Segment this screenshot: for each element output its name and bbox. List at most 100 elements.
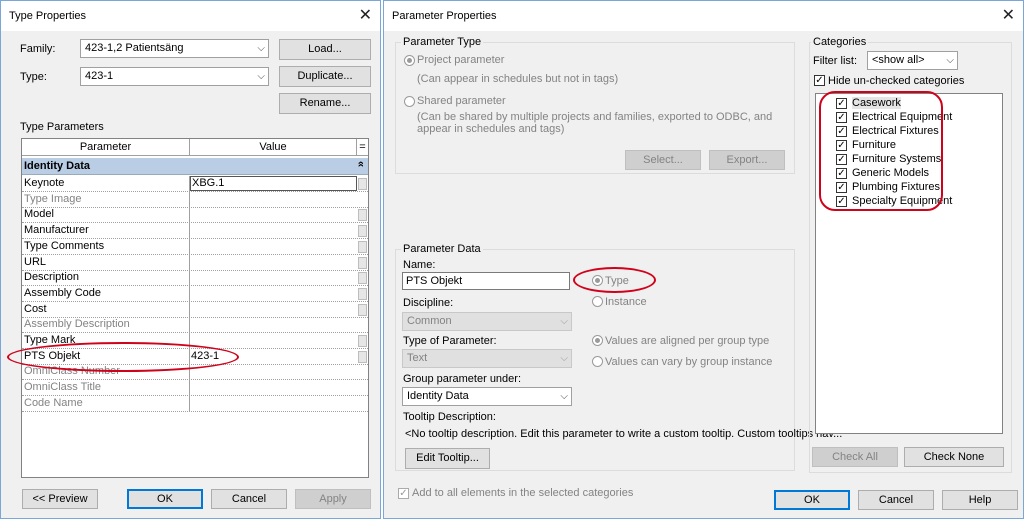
values-aligned-radio[interactable] [592,335,603,346]
hide-unchecked-checkbox[interactable]: ✓ [814,75,825,86]
formula-button[interactable] [358,272,367,285]
type-label: Type: [20,71,47,83]
check-none-button[interactable]: Check None [904,447,1004,467]
table-row[interactable]: Assembly Code [22,285,368,302]
formula-button[interactable] [358,303,367,316]
tooltip-value: <No tooltip description. Edit this param… [405,428,843,440]
ok-button[interactable]: OK [127,489,203,509]
tooltip-label: Tooltip Description: [403,411,496,423]
parameter-name: Keynote [24,177,65,189]
discipline-value: Common [407,315,452,327]
shared-parameter-desc-1: (Can be shared by multiple projects and … [417,111,773,123]
chevron-down-icon: ⌵ [946,55,954,66]
column-divider [189,395,190,411]
column-divider [189,254,190,270]
discipline-label: Discipline: [403,297,454,309]
family-label: Family: [20,43,56,55]
select-button[interactable]: Select... [625,150,701,170]
group-under-label: Group parameter under: [403,373,522,385]
parameter-name: Cost [24,302,47,315]
parameter-value[interactable]: XBG.1 [190,176,357,191]
table-row[interactable]: Description [22,270,368,287]
apply-button[interactable]: Apply [295,489,371,509]
column-divider [189,380,190,396]
type-of-parameter-select[interactable]: Text ⌵ [402,349,572,368]
parameter-properties-titlebar: Parameter Properties ✕ [384,1,1023,31]
type-of-parameter-value: Text [407,352,428,364]
filter-list-select[interactable]: <show all> ⌵ [867,51,958,70]
ok-button[interactable]: OK [774,490,850,510]
project-parameter-desc: (Can appear in schedules but not in tags… [417,73,619,85]
parameter-name: OmniClass Title [24,381,102,394]
export-button[interactable]: Export... [709,150,785,170]
dialog-title: Parameter Properties [392,10,497,22]
values-vary-radio[interactable] [592,356,603,367]
formula-button[interactable] [358,178,367,190]
edit-tooltip-button[interactable]: Edit Tooltip... [405,448,490,469]
load-button[interactable]: Load... [279,39,371,60]
formula-button[interactable] [358,256,367,269]
column-divider [189,207,190,223]
table-row[interactable]: Keynote XBG.1 [22,176,368,192]
type-select[interactable]: 423-1 ⌵ [80,67,269,86]
formula-button[interactable] [358,225,367,238]
table-row[interactable]: Model [22,207,368,224]
help-button[interactable]: Help [942,490,1018,510]
family-select[interactable]: 423-1,2 Patientsäng ⌵ [80,39,269,58]
values-vary-label: Values can vary by group instance [605,356,773,368]
formula-button[interactable] [358,350,367,363]
column-header-value[interactable]: Value [190,139,357,156]
type-of-parameter-label: Type of Parameter: [403,335,497,347]
column-divider [189,317,190,333]
table-row[interactable]: Type Comments [22,238,368,255]
dialog-title: Type Properties [9,10,87,22]
instance-radio[interactable] [592,296,603,307]
annotation-circle-pts-objekt [7,342,239,372]
preview-button[interactable]: << Preview [22,489,98,509]
check-all-button[interactable]: Check All [812,447,898,467]
column-divider [189,191,190,207]
cancel-button[interactable]: Cancel [211,489,287,509]
parameter-name: Type Comments [24,239,105,252]
type-parameters-label: Type Parameters [20,121,104,133]
chevron-down-icon: ⌵ [257,71,265,82]
column-header-parameter[interactable]: Parameter [22,139,190,156]
categories-label: Categories [811,36,869,48]
table-row[interactable]: URL [22,254,368,271]
formula-button[interactable] [358,335,367,347]
add-to-all-checkbox[interactable]: ✓ [398,488,409,499]
shared-parameter-label: Shared parameter [417,95,506,107]
name-input[interactable] [402,272,570,290]
table-row[interactable]: Code Name [22,395,368,412]
table-row[interactable]: Cost [22,301,368,318]
cancel-button[interactable]: Cancel [858,490,934,510]
close-icon[interactable]: ✕ [359,6,372,24]
project-parameter-label: Project parameter [417,54,505,66]
parameter-name: Description [24,271,80,284]
column-header-formula[interactable]: = [357,139,368,156]
group-header-identity-data[interactable]: Identity Data » [22,158,368,175]
duplicate-button[interactable]: Duplicate... [279,66,371,87]
formula-button[interactable] [358,240,367,253]
table-row[interactable]: Type Image [22,191,368,208]
type-properties-titlebar: Type Properties ✕ [1,1,380,31]
formula-button[interactable] [358,209,367,222]
close-icon[interactable]: ✕ [1002,6,1015,24]
parameter-type-label: Parameter Type [401,36,484,48]
rename-button[interactable]: Rename... [279,93,371,114]
project-parameter-radio[interactable] [404,55,415,66]
add-to-all-label: Add to all elements in the selected cate… [412,487,634,499]
table-row[interactable]: Manufacturer [22,223,368,240]
collapse-icon[interactable]: » [355,161,367,167]
column-divider [189,301,190,317]
group-under-select[interactable]: Identity Data ⌵ [402,387,572,406]
parameter-name: Assembly Code [24,286,102,299]
shared-parameter-radio[interactable] [404,96,415,107]
chevron-down-icon: ⌵ [257,43,265,54]
shared-parameter-desc-2: appear in schedules and tags) [417,123,565,135]
chevron-down-icon: ⌵ [560,391,568,402]
formula-button[interactable] [358,287,367,300]
discipline-select[interactable]: Common ⌵ [402,312,572,331]
table-row[interactable]: Assembly Description [22,317,368,334]
table-row[interactable]: OmniClass Title [22,380,368,397]
